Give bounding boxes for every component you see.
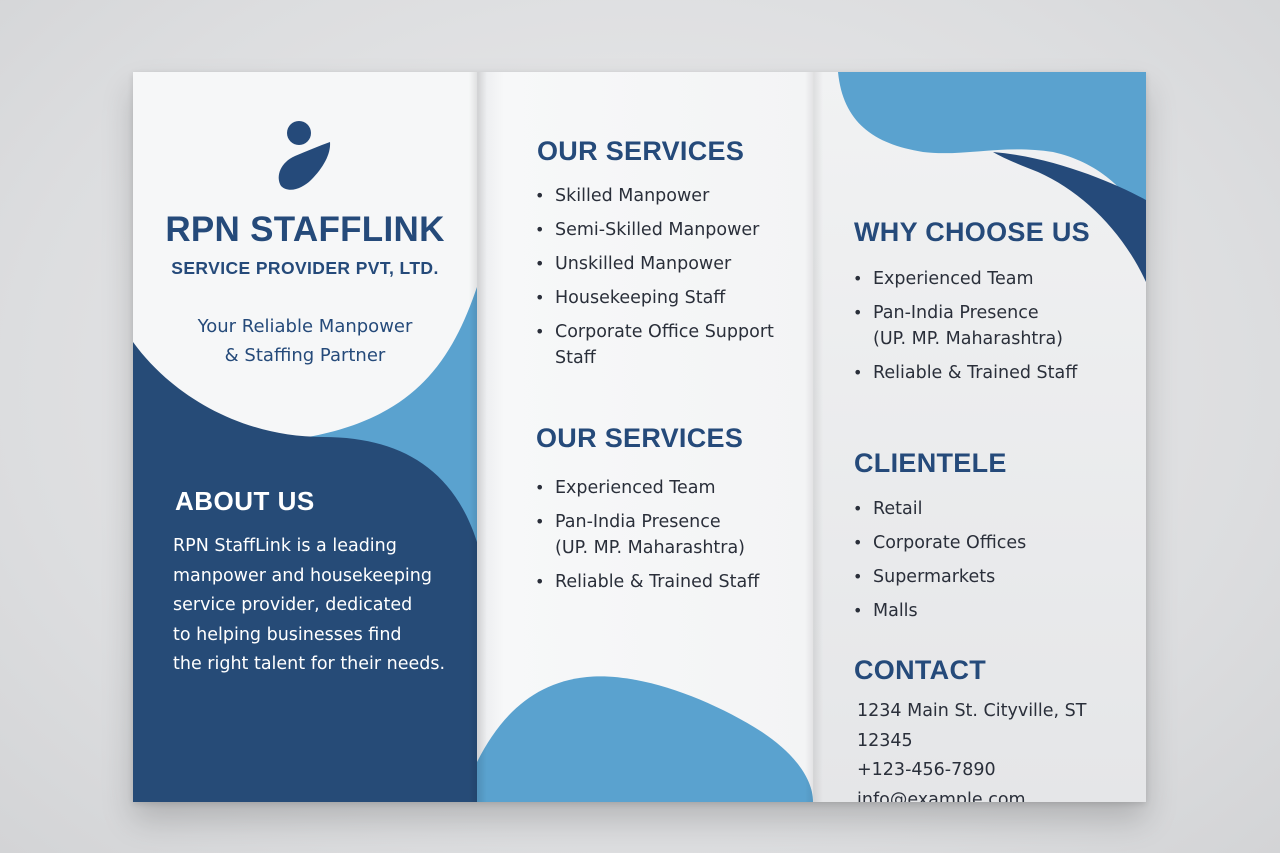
about-line: manpower and housekeeping xyxy=(173,565,432,586)
why-choose-heading: WHY CHOOSE US xyxy=(854,217,1090,247)
list-item: Malls xyxy=(853,598,1103,624)
tagline-line: & Staffing Partner xyxy=(224,345,386,366)
why-choose-list: Experienced Team Pan-India Presence (UP.… xyxy=(853,266,1083,394)
list-item: Unskilled Manpower xyxy=(535,251,805,277)
list-item: Corporate Office Support Staff xyxy=(535,319,785,371)
cover-panel: RPN STAFFLINK SERVICE PROVIDER PVT, LTD.… xyxy=(133,72,477,802)
about-line: service provider, dedicated xyxy=(173,595,413,615)
tagline: Your Reliable Manpower & Staffing Partne… xyxy=(133,312,477,370)
list-item: Housekeeping Staff xyxy=(535,285,805,311)
trifold-brochure: RPN STAFFLINK SERVICE PROVIDER PVT, LTD.… xyxy=(133,72,1146,802)
contact-address: 1234 Main St. Cityville, ST 12345 xyxy=(857,701,1087,751)
person-figure-icon xyxy=(278,121,331,190)
services-list: Skilled Manpower Semi-Skilled Manpower U… xyxy=(535,183,805,379)
clientele-heading: CLIENTELE xyxy=(854,448,1007,478)
list-item: Pan-India Presence (UP. MP. Maharashtra) xyxy=(853,300,1068,352)
list-item: Pan-India Presence (UP. MP. Maharashtra) xyxy=(535,509,750,561)
contact-heading: CONTACT xyxy=(854,655,987,685)
middle-panel: OUR SERVICES Skilled Manpower Semi-Skill… xyxy=(477,72,813,802)
about-line: RPN StaffLink is a leading xyxy=(173,536,397,556)
list-item: Corporate Offices xyxy=(853,530,1103,556)
list-item: Experienced Team xyxy=(853,266,1083,292)
list-item: Supermarkets xyxy=(853,564,1103,590)
brand-name: RPN STAFFLINK xyxy=(165,210,445,249)
about-line: to helping businesses find xyxy=(173,624,402,645)
about-line: the right talent for their needs. xyxy=(173,654,446,674)
right-panel: WHY CHOOSE US Experienced Team Pan-India… xyxy=(813,72,1146,802)
services-list-second: Experienced Team Pan-India Presence (UP.… xyxy=(535,475,785,603)
services-heading: OUR SERVICES xyxy=(537,136,745,166)
list-item: Retail xyxy=(853,496,1103,522)
brand-subtitle: SERVICE PROVIDER PVT, LTD. xyxy=(171,258,439,278)
list-item: Experienced Team xyxy=(535,475,785,501)
list-item: Semi-Skilled Manpower xyxy=(535,217,805,243)
about-text: RPN StaffLink is a leading manpower and … xyxy=(173,532,473,680)
bottom-light-blue-wave xyxy=(477,676,813,802)
list-item: Reliable & Trained Staff xyxy=(535,569,785,595)
contact-phone: +123-456-7890 xyxy=(857,760,996,780)
list-item: Reliable & Trained Staff xyxy=(853,360,1083,386)
list-item: Skilled Manpower xyxy=(535,183,805,209)
right-wave-background xyxy=(838,72,1146,282)
services-heading-second: OUR SERVICES xyxy=(536,423,744,453)
clientele-list: Retail Corporate Offices Supermarkets Ma… xyxy=(853,496,1103,632)
tagline-line: Your Reliable Manpower xyxy=(197,316,413,337)
contact-email: info@example.com xyxy=(857,789,1026,803)
contact-details: 1234 Main St. Cityville, ST 12345 +123-4… xyxy=(857,697,1142,802)
about-heading: ABOUT US xyxy=(175,486,315,516)
